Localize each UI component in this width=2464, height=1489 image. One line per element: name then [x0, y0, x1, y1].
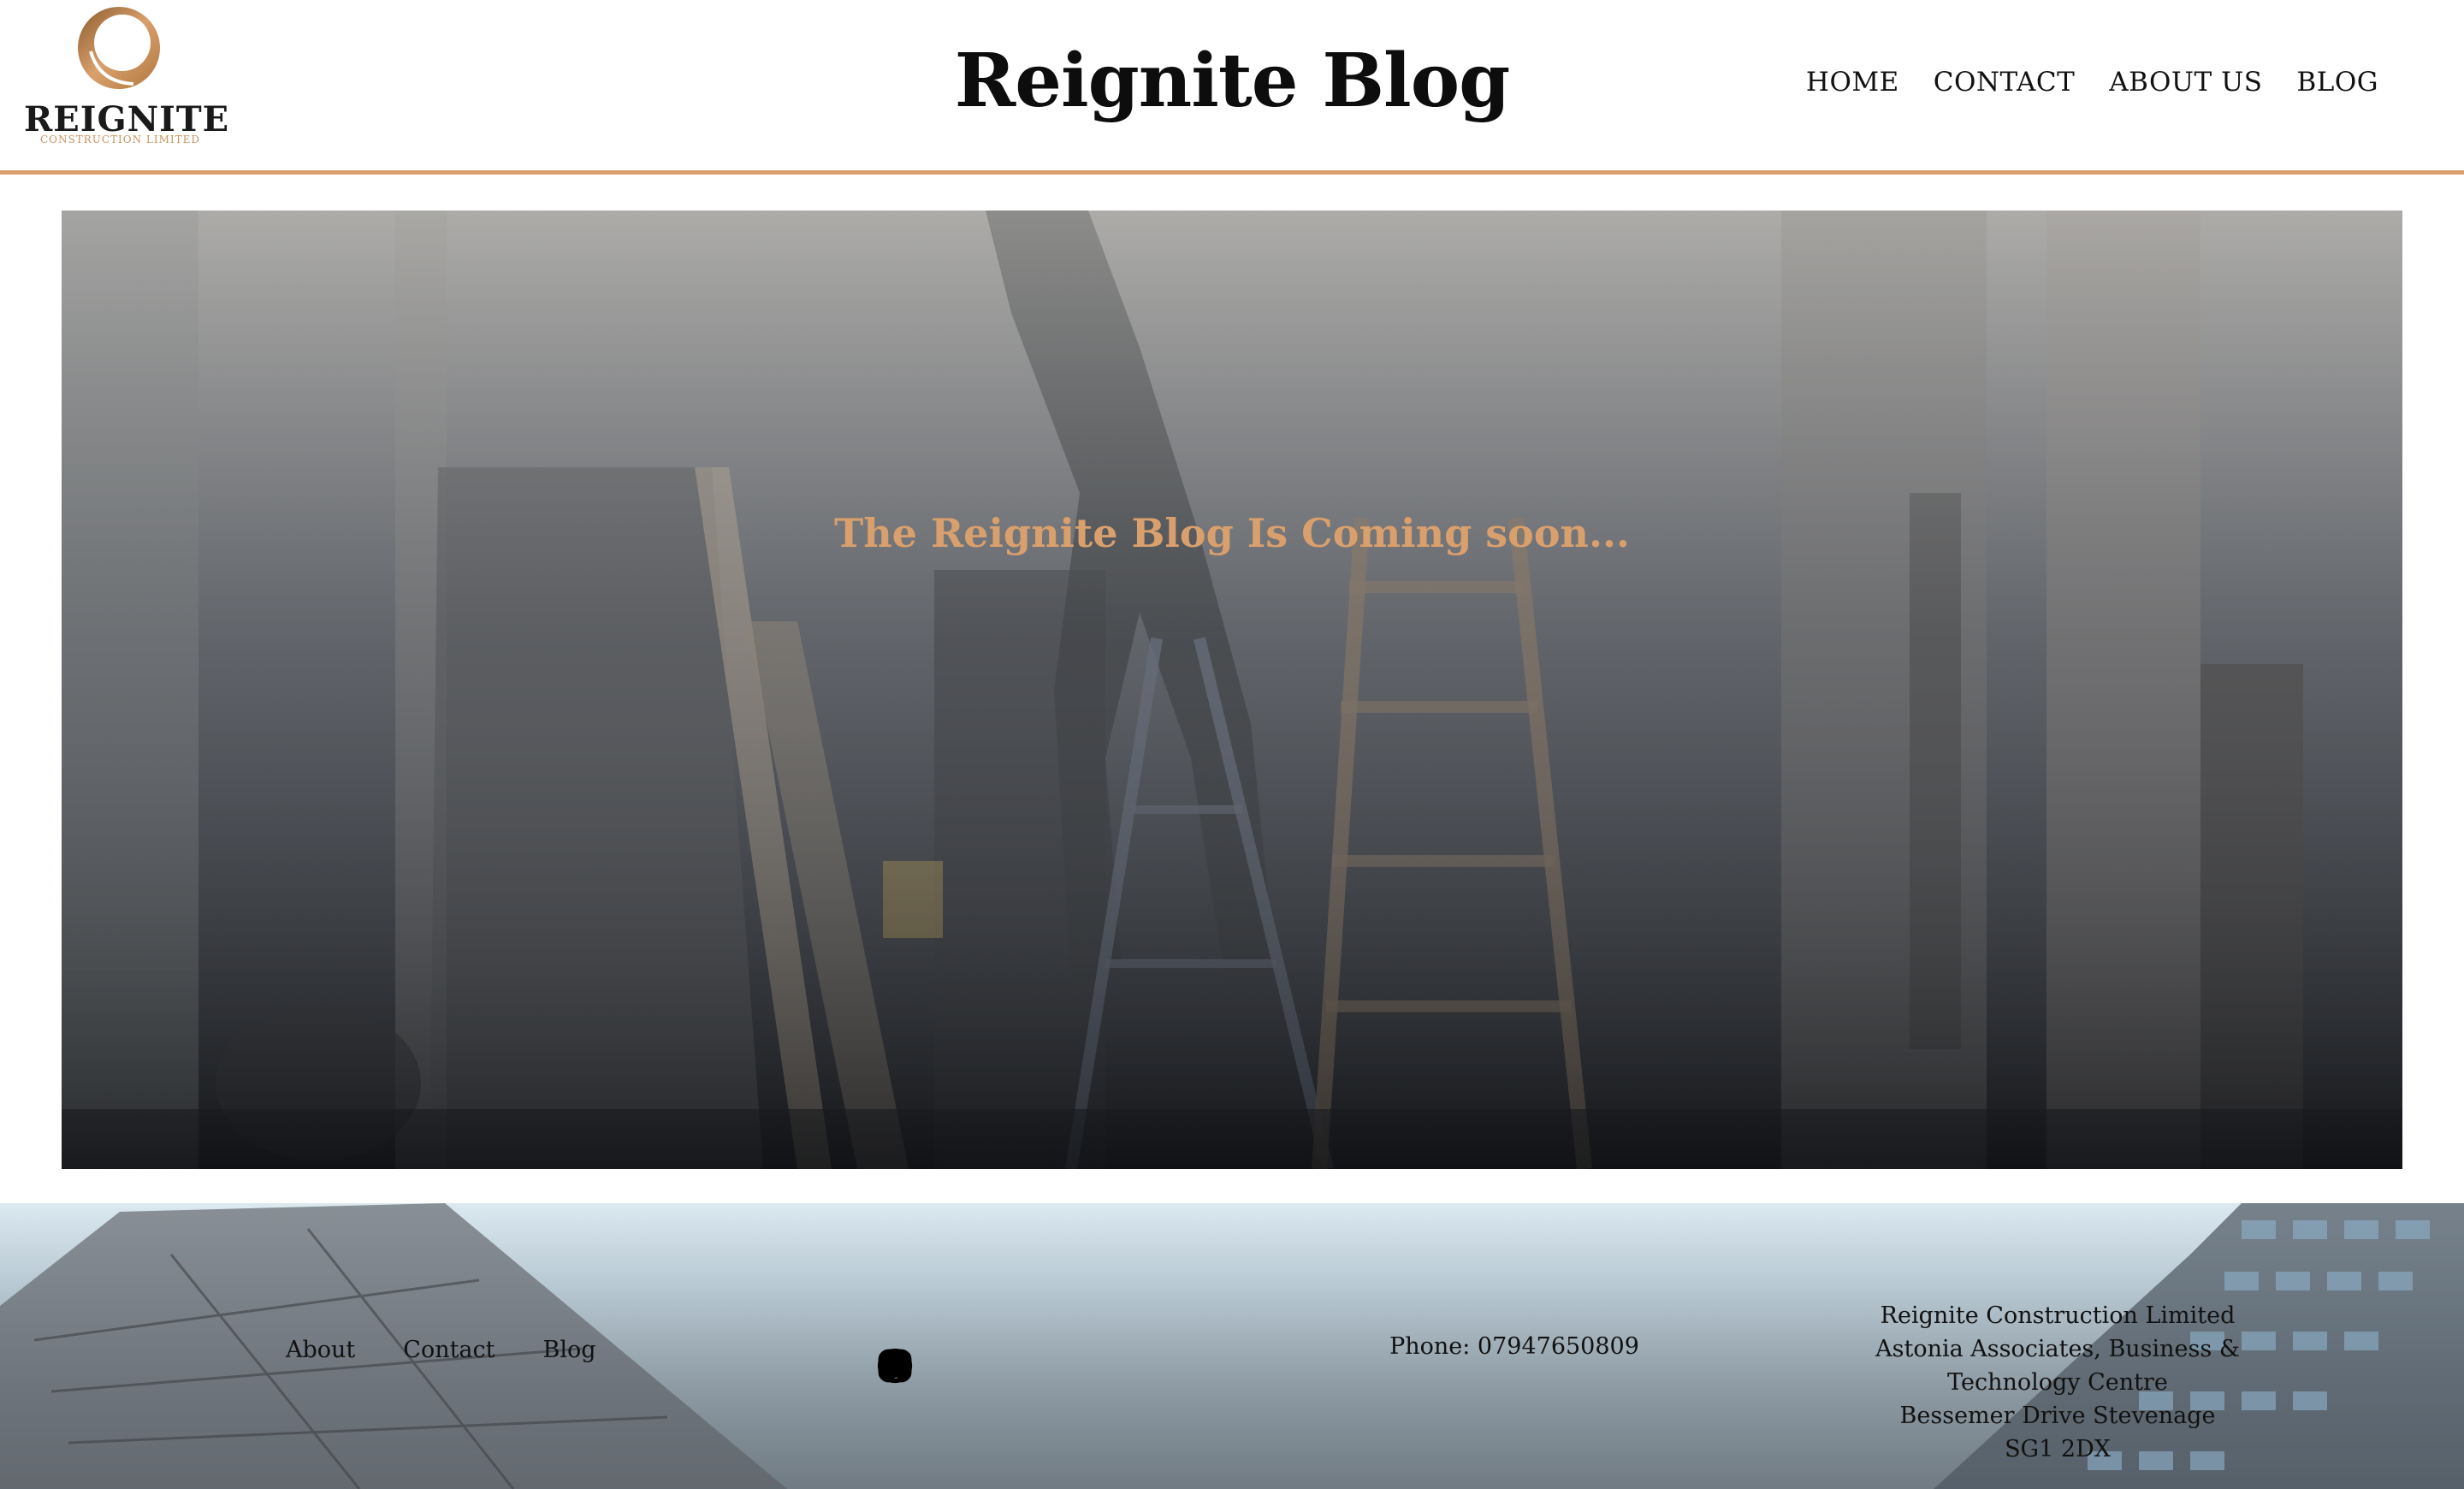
- logo-subtitle: CONSTRUCTION LIMITED: [39, 133, 201, 145]
- site-header: REIGNITE CONSTRUCTION LIMITED Reignite B…: [0, 0, 2464, 175]
- twitter-icon[interactable]: [876, 1347, 914, 1385]
- address-line: Reignite Construction Limited: [1880, 1302, 2236, 1329]
- footer-contact-link[interactable]: Contact: [403, 1337, 495, 1363]
- footer-blog-link[interactable]: Blog: [543, 1337, 596, 1363]
- reignite-logo[interactable]: REIGNITE CONSTRUCTION LIMITED: [24, 0, 228, 154]
- footer-phone: Phone: 07947650809: [1389, 1333, 1639, 1360]
- footer-address: Reignite Construction Limited Astonia As…: [1848, 1299, 2267, 1466]
- hero-banner: The Reignite Blog Is Coming soon...: [62, 211, 2402, 1169]
- main-nav: HOME CONTACT ABOUT US BLOG: [1806, 67, 2378, 98]
- hero-coming-soon-text: The Reignite Blog Is Coming soon...: [834, 510, 1630, 556]
- address-line: Bessemer Drive Stevenage: [1899, 1403, 2216, 1429]
- nav-contact-link[interactable]: CONTACT: [1934, 67, 2076, 98]
- address-line: SG1 2DX: [2005, 1436, 2111, 1462]
- header-divider: [0, 170, 2464, 175]
- site-footer: About Contact Blog Phone: 07947650809 Re…: [0, 1203, 2464, 1489]
- address-line: Technology Centre: [1947, 1369, 2168, 1396]
- footer-about-link[interactable]: About: [286, 1337, 355, 1363]
- footer-nav: About Contact Blog: [286, 1337, 596, 1363]
- nav-blog-link[interactable]: BLOG: [2296, 67, 2378, 98]
- nav-about-us-link[interactable]: ABOUT US: [2109, 67, 2262, 98]
- hero-construction-image: [62, 211, 2402, 1169]
- page-title: Reignite Blog: [954, 38, 1510, 124]
- address-line: Astonia Associates, Business &: [1875, 1336, 2240, 1362]
- logo-ring-icon: [78, 7, 160, 89]
- nav-home-link[interactable]: HOME: [1806, 67, 1899, 98]
